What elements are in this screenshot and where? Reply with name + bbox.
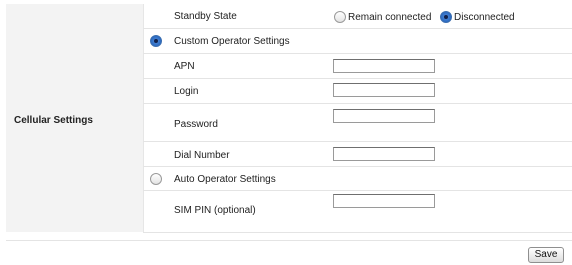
standby-state-row: Standby State Remain connected Disconnec…	[143, 4, 572, 29]
section-label: Cellular Settings	[14, 115, 93, 126]
remain-connected-radio[interactable]	[334, 11, 346, 23]
dial-number-label: Dial Number	[174, 150, 230, 161]
save-button[interactable]: Save	[528, 247, 564, 263]
apn-input[interactable]	[333, 59, 435, 73]
standby-state-label: Standby State	[174, 11, 237, 22]
apn-label: APN	[174, 61, 195, 72]
dial-number-input[interactable]	[333, 147, 435, 161]
password-label: Password	[174, 119, 218, 130]
login-row: Login	[143, 79, 572, 104]
footer-divider	[6, 240, 572, 241]
apn-row: APN	[143, 54, 572, 79]
dial-number-row: Dial Number	[143, 142, 572, 167]
login-input[interactable]	[333, 83, 435, 97]
custom-operator-label[interactable]: Custom Operator Settings	[174, 36, 290, 47]
disconnected-radio[interactable]	[440, 11, 452, 23]
disconnected-label[interactable]: Disconnected	[454, 12, 515, 23]
auto-operator-row: Auto Operator Settings	[143, 167, 572, 191]
remain-connected-label[interactable]: Remain connected	[348, 12, 431, 23]
section-column: Cellular Settings	[6, 4, 144, 232]
password-row: Password	[143, 104, 572, 142]
auto-operator-label[interactable]: Auto Operator Settings	[174, 174, 276, 185]
auto-operator-radio[interactable]	[150, 173, 162, 185]
sim-pin-input[interactable]	[333, 194, 435, 208]
password-input[interactable]	[333, 109, 435, 123]
login-label: Login	[174, 86, 199, 97]
custom-operator-row: Custom Operator Settings	[143, 29, 572, 54]
custom-operator-radio[interactable]	[150, 35, 162, 47]
cellular-settings-panel: Cellular Settings Standby State Remain c…	[0, 0, 572, 240]
sim-pin-label: SIM PIN (optional)	[174, 205, 256, 216]
sim-pin-row: SIM PIN (optional)	[143, 191, 572, 233]
